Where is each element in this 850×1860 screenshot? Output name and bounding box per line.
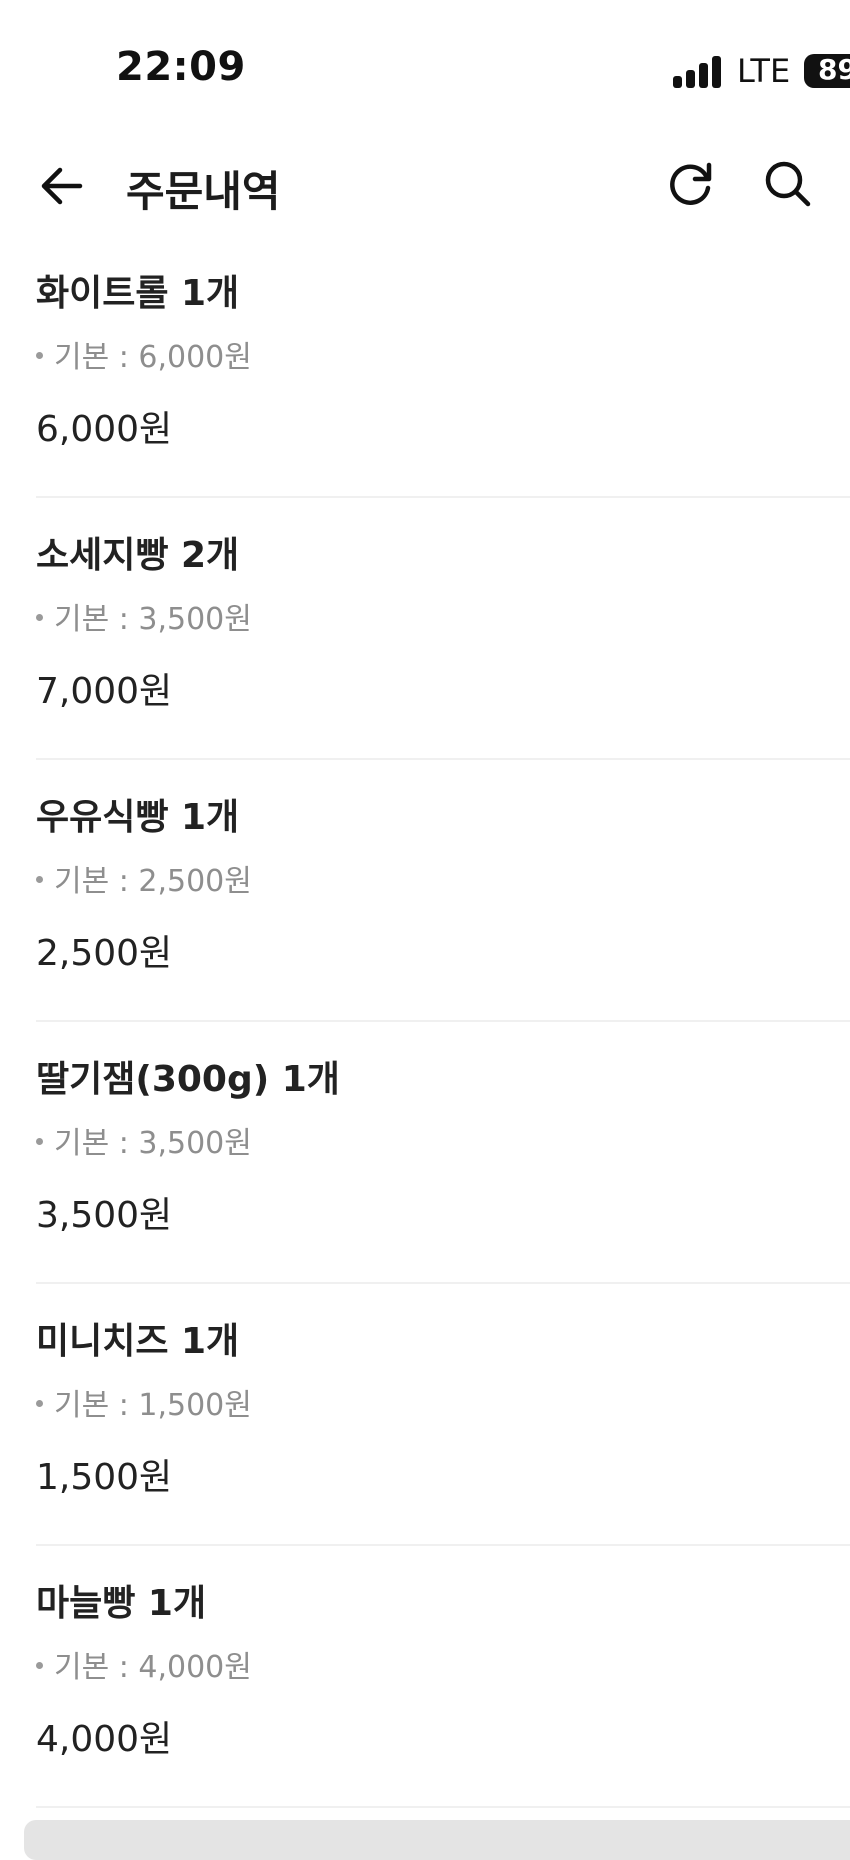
bullet-icon xyxy=(36,1400,43,1407)
item-name: 우유식빵 1개 xyxy=(36,797,240,838)
item-option: 기본 : 2,500원 xyxy=(36,856,252,900)
status-time: 22:09 xyxy=(116,44,246,90)
item-option-text: 기본 : 2,500원 xyxy=(54,864,252,899)
item-option: 기본 : 6,000원 xyxy=(36,332,252,376)
bullet-icon xyxy=(36,876,43,883)
battery-level: 89 xyxy=(818,53,850,86)
refresh-icon[interactable] xyxy=(662,156,718,212)
item-option-text: 기본 : 3,500원 xyxy=(54,1126,252,1161)
order-item[interactable]: 소세지빵 2개 기본 : 3,500원 7,000원 xyxy=(36,498,850,760)
order-list: 화이트롤 1개 기본 : 6,000원 6,000원 소세지빵 2개 기본 : … xyxy=(0,236,850,1808)
item-price: 2,500원 xyxy=(36,933,173,974)
bullet-icon xyxy=(36,352,43,359)
item-option-text: 기본 : 3,500원 xyxy=(54,602,252,637)
status-bar: 22:09 LTE 89 xyxy=(0,0,850,140)
item-option-text: 기본 : 4,000원 xyxy=(54,1650,252,1685)
bullet-icon xyxy=(36,614,43,621)
order-item[interactable]: 마늘빵 1개 기본 : 4,000원 4,000원 xyxy=(36,1546,850,1808)
arrow-left-icon[interactable] xyxy=(36,160,88,212)
item-price: 4,000원 xyxy=(36,1719,173,1760)
item-option-text: 기본 : 1,500원 xyxy=(54,1388,252,1423)
item-name: 화이트롤 1개 xyxy=(36,273,240,314)
item-option-text: 기본 : 6,000원 xyxy=(54,340,252,375)
item-price: 1,500원 xyxy=(36,1457,173,1498)
item-option: 기본 : 4,000원 xyxy=(36,1642,252,1686)
app-header: 주문내역 xyxy=(0,140,850,236)
bullet-icon xyxy=(36,1138,43,1145)
item-option: 기본 : 1,500원 xyxy=(36,1380,252,1424)
battery-icon: 89 xyxy=(804,53,850,88)
search-icon[interactable] xyxy=(760,156,816,212)
order-item[interactable]: 우유식빵 1개 기본 : 2,500원 2,500원 xyxy=(36,760,850,1022)
page-title: 주문내역 xyxy=(126,167,281,216)
item-option: 기본 : 3,500원 xyxy=(36,594,252,638)
item-price: 3,500원 xyxy=(36,1195,173,1236)
cellular-signal-icon xyxy=(673,56,721,88)
item-price: 6,000원 xyxy=(36,409,173,450)
item-option: 기본 : 3,500원 xyxy=(36,1118,252,1162)
item-name: 소세지빵 2개 xyxy=(36,535,240,576)
order-item[interactable]: 미니치즈 1개 기본 : 1,500원 1,500원 xyxy=(36,1284,850,1546)
network-type: LTE xyxy=(737,52,791,90)
order-item[interactable]: 화이트롤 1개 기본 : 6,000원 6,000원 xyxy=(36,236,850,498)
item-price: 7,000원 xyxy=(36,671,173,712)
bullet-icon xyxy=(36,1662,43,1669)
item-name: 마늘빵 1개 xyxy=(36,1583,207,1624)
bottom-action-bar[interactable] xyxy=(24,1820,850,1860)
item-name: 딸기잼(300g) 1개 xyxy=(36,1059,340,1100)
item-name: 미니치즈 1개 xyxy=(36,1321,240,1362)
order-item[interactable]: 딸기잼(300g) 1개 기본 : 3,500원 3,500원 xyxy=(36,1022,850,1284)
